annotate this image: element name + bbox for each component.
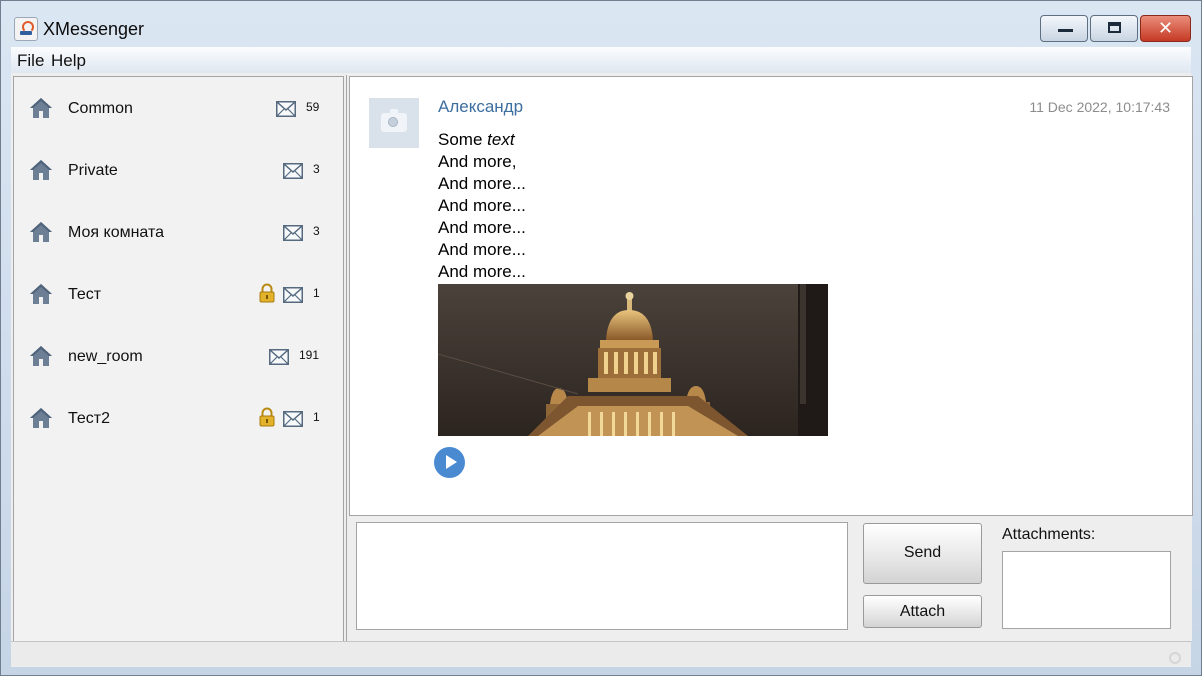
room-item[interactable]: Моя комната 3 bbox=[14, 201, 343, 263]
room-name: Тест bbox=[68, 286, 102, 303]
attachments-label: Attachments: bbox=[1002, 526, 1096, 543]
message-list[interactable]: Александр 11 Dec 2022, 10:17:43 Some tex… bbox=[349, 76, 1193, 516]
client-area: Common 59 Private 3 Моя комната 3 Тест 1 new_roo… bbox=[11, 73, 1193, 667]
message-line: Some text bbox=[438, 129, 526, 151]
avatar bbox=[369, 98, 419, 148]
house-icon bbox=[28, 282, 54, 306]
message-input[interactable] bbox=[356, 522, 848, 630]
unread-count: 3 bbox=[313, 162, 320, 176]
room-item[interactable]: Private 3 bbox=[14, 139, 343, 201]
play-icon[interactable] bbox=[434, 447, 465, 478]
menu-file[interactable]: File bbox=[17, 51, 44, 71]
unread-count: 1 bbox=[313, 410, 320, 424]
message-line: And more... bbox=[438, 174, 526, 193]
message-line: And more... bbox=[438, 218, 526, 237]
room-item[interactable]: Тест 1 bbox=[14, 263, 343, 325]
resize-grip-icon[interactable] bbox=[1169, 652, 1181, 664]
close-button[interactable]: ✕ bbox=[1140, 15, 1191, 42]
attachments-list[interactable] bbox=[1002, 551, 1171, 629]
message-text-plain: Some bbox=[438, 130, 488, 149]
message-line: And more... bbox=[438, 196, 526, 215]
message-sender[interactable]: Александр bbox=[438, 97, 523, 117]
unread-count: 59 bbox=[306, 100, 320, 114]
room-name: Моя комната bbox=[68, 224, 165, 241]
lock-icon bbox=[258, 283, 276, 303]
send-button[interactable]: Send bbox=[863, 523, 982, 584]
message-line: And more... bbox=[438, 240, 526, 259]
minimize-icon bbox=[1058, 29, 1073, 32]
menu-help[interactable]: Help bbox=[51, 51, 86, 71]
envelope-icon bbox=[283, 411, 303, 427]
envelope-icon bbox=[283, 163, 303, 179]
message-timestamp: 11 Dec 2022, 10:17:43 bbox=[1029, 99, 1170, 115]
menu-bar: File Help bbox=[11, 47, 1191, 73]
status-bar bbox=[11, 641, 1191, 666]
room-item[interactable]: Тест2 1 bbox=[14, 387, 343, 449]
room-list: Common 59 Private 3 Моя комната 3 Тест 1 new_roo… bbox=[13, 76, 344, 642]
envelope-icon bbox=[269, 349, 289, 365]
unread-count: 1 bbox=[313, 286, 320, 300]
envelope-icon bbox=[283, 225, 303, 241]
envelope-icon bbox=[276, 101, 296, 117]
minimize-button[interactable] bbox=[1040, 15, 1088, 42]
camera-icon bbox=[381, 109, 407, 132]
window-title: XMessenger bbox=[43, 19, 145, 39]
java-cup-icon[interactable] bbox=[14, 17, 38, 41]
close-icon: ✕ bbox=[1157, 18, 1174, 39]
house-icon bbox=[28, 158, 54, 182]
house-icon bbox=[28, 220, 54, 244]
message-line: And more, bbox=[438, 152, 517, 171]
attachment-photo[interactable] bbox=[438, 284, 828, 436]
app-window: XMessenger ✕ File Help Common 59 Private 3 М… bbox=[0, 0, 1202, 676]
house-icon bbox=[28, 406, 54, 430]
unread-count: 191 bbox=[299, 348, 320, 362]
room-name: Тест2 bbox=[68, 410, 110, 427]
room-item[interactable]: Common 59 bbox=[14, 77, 343, 139]
envelope-icon bbox=[283, 287, 303, 303]
maximize-icon bbox=[1108, 22, 1121, 33]
maximize-button[interactable] bbox=[1090, 15, 1138, 42]
message-line: And more... bbox=[438, 262, 526, 281]
house-icon bbox=[28, 344, 54, 368]
attach-button[interactable]: Attach bbox=[863, 595, 982, 628]
title-bar[interactable]: XMessenger ✕ bbox=[1, 1, 1201, 45]
message-text-italic: text bbox=[487, 130, 515, 149]
room-name: new_room bbox=[68, 348, 143, 365]
room-name: Common bbox=[68, 100, 133, 117]
message-body: Some text And more, And more... And more… bbox=[438, 129, 526, 283]
lock-icon bbox=[258, 407, 276, 427]
chat-panel: Александр 11 Dec 2022, 10:17:43 Some tex… bbox=[346, 75, 1193, 641]
house-icon bbox=[28, 96, 54, 120]
room-name: Private bbox=[68, 162, 118, 179]
room-item[interactable]: new_room 191 bbox=[14, 325, 343, 387]
cathedral-at-night-photo bbox=[438, 284, 828, 436]
unread-count: 3 bbox=[313, 224, 320, 238]
